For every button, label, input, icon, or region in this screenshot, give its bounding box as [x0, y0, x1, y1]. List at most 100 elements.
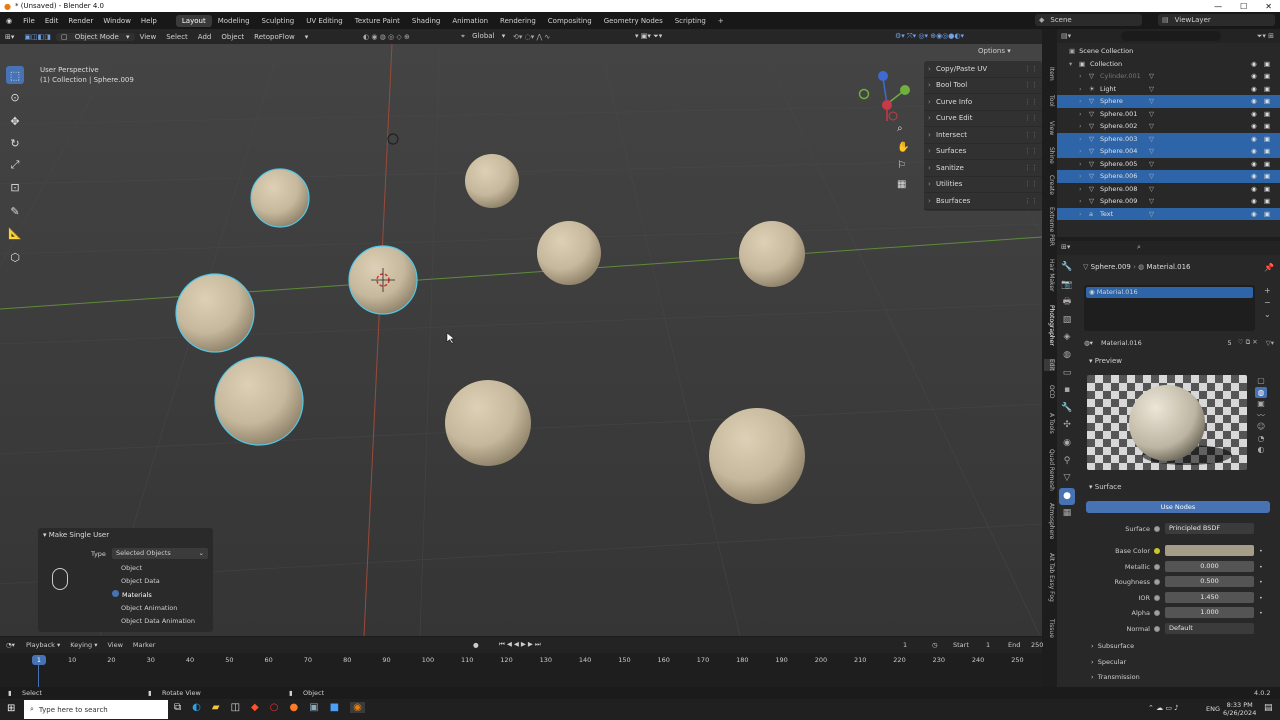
socket-icon[interactable]: [1154, 594, 1160, 601]
material-tab-icon[interactable]: ●: [1059, 487, 1075, 506]
drag-handle-icon[interactable]: ⋮⋮: [1024, 131, 1038, 139]
maximize-button[interactable]: ☐: [1240, 2, 1247, 11]
user-count[interactable]: 5: [1228, 339, 1232, 347]
remove-slot-button[interactable]: −: [1264, 297, 1271, 309]
flat-preview-icon[interactable]: ▢: [1255, 375, 1267, 387]
material-name-field[interactable]: Material.016: [1101, 339, 1142, 347]
socket-icon[interactable]: [1154, 609, 1160, 616]
tab-tool[interactable]: Tool: [1044, 95, 1055, 107]
data-icon[interactable]: ▽: [1149, 197, 1154, 205]
outliner-row[interactable]: › ▽ Sphere.001 ▽ ◉ ▣: [1057, 108, 1280, 121]
drag-handle-icon[interactable]: ⋮⋮: [1024, 147, 1038, 155]
select-box-tool-icon[interactable]: ⬚: [6, 66, 24, 84]
options-dropdown[interactable]: Options ▾: [978, 47, 1011, 55]
windows-start-icon[interactable]: ⊞: [7, 703, 15, 714]
surface-panel-header[interactable]: ▾ Surface: [1089, 483, 1121, 491]
brave-icon[interactable]: ◆: [251, 702, 259, 713]
edge-icon[interactable]: ◐: [192, 702, 201, 713]
blender-menu-icon[interactable]: ◉: [0, 17, 18, 25]
tab-ocd[interactable]: OCD: [1044, 385, 1055, 399]
select-mode-icons[interactable]: ▣◫◧◨: [19, 33, 55, 41]
render-camera-icon[interactable]: ▣: [1264, 135, 1270, 143]
expand-icon[interactable]: ›: [1079, 160, 1082, 168]
socket-icon[interactable]: [1154, 547, 1160, 554]
taskbar-clock[interactable]: 8:33 PM 6/26/2024: [1223, 701, 1256, 717]
visibility-eye-icon[interactable]: ◉: [1251, 210, 1257, 218]
datablock-icons[interactable]: ♡ ⧉ ✕: [1238, 338, 1258, 347]
firefox-icon[interactable]: ●: [289, 702, 298, 713]
render-camera-icon[interactable]: ▣: [1264, 97, 1270, 105]
close-button[interactable]: ✕: [1265, 2, 1272, 11]
tab-item[interactable]: Item: [1044, 67, 1055, 81]
render-camera-icon[interactable]: ▣: [1264, 85, 1270, 93]
editor-type-icon[interactable]: ◔▾: [0, 641, 21, 649]
playhead[interactable]: 1: [32, 655, 46, 665]
tab-hair-maker[interactable]: Hair Maker: [1044, 259, 1055, 292]
drag-handle-icon[interactable]: ⋮⋮: [1024, 164, 1038, 172]
pin-icon[interactable]: 📌: [1264, 263, 1274, 272]
tab-sculpting[interactable]: Sculpting: [256, 15, 301, 27]
playback-controls[interactable]: ⏮◀◀▶▶⏭: [499, 640, 543, 649]
expand-icon[interactable]: ›: [1079, 135, 1082, 143]
notification-icon[interactable]: ▤: [1264, 703, 1273, 713]
add-slot-button[interactable]: +: [1264, 285, 1271, 297]
texture-tab-icon[interactable]: ▦: [1059, 505, 1075, 523]
outliner-row[interactable]: › ▽ Sphere.002 ▽ ◉ ▣: [1057, 120, 1280, 133]
socket-icon[interactable]: [1154, 578, 1160, 585]
menu-view[interactable]: View: [102, 641, 127, 649]
tab-layout[interactable]: Layout: [175, 14, 212, 27]
editor-type-icon[interactable]: ⊞▾: [1061, 243, 1070, 251]
outliner-row[interactable]: › ☀ Light ▽ ◉ ▣: [1057, 83, 1280, 96]
data-icon[interactable]: ▽: [1149, 110, 1154, 118]
scene-tab-icon[interactable]: ◈: [1059, 329, 1075, 347]
tab-view[interactable]: View: [1044, 121, 1055, 135]
keyframe-dot-icon[interactable]: •: [1259, 578, 1263, 586]
socket-icon[interactable]: [1154, 625, 1160, 632]
sphere-object[interactable]: [214, 356, 304, 446]
menu-render[interactable]: Render: [63, 17, 98, 25]
visibility-eye-icon[interactable]: ◉: [1251, 147, 1257, 155]
outliner-root[interactable]: ▣ Scene Collection: [1057, 45, 1280, 58]
file-explorer-icon[interactable]: ▰: [212, 702, 220, 713]
menu-marker[interactable]: Marker: [128, 641, 160, 649]
tool-tab-icon[interactable]: 🔧: [1059, 259, 1075, 277]
expand-icon[interactable]: ›: [1079, 72, 1082, 80]
checkbox[interactable]: [112, 617, 118, 623]
option-object-data[interactable]: Object Data: [112, 577, 160, 585]
checkbox[interactable]: [112, 604, 118, 610]
gizmo-toggle-icons[interactable]: ◐ ◉ ◍ ◎ ◇ ⊕: [358, 33, 415, 41]
outliner-row[interactable]: › ▽ Sphere.008 ▽ ◉ ▣: [1057, 183, 1280, 196]
visibility-eye-icon[interactable]: ◉: [1251, 122, 1257, 130]
move-tool-icon[interactable]: ✥: [6, 112, 24, 130]
view-layer-tab-icon[interactable]: ▧: [1059, 312, 1075, 330]
mode-dropdown[interactable]: ▢ Object Mode ▾: [55, 32, 135, 41]
menu-object[interactable]: Object: [216, 33, 249, 41]
taskbar-search[interactable]: ⌕ Type here to search: [24, 700, 168, 719]
tab-shine[interactable]: Shine: [1044, 147, 1055, 164]
visibility-eye-icon[interactable]: ◉: [1251, 60, 1257, 68]
tab-a-tools[interactable]: A Tools: [1044, 413, 1055, 434]
menu-retopoflow[interactable]: RetopoFlow: [249, 33, 300, 41]
data-icon[interactable]: ▽: [1149, 72, 1154, 80]
drag-handle-icon[interactable]: ⋮⋮: [1024, 114, 1038, 122]
value-slider[interactable]: 0.000: [1165, 561, 1254, 572]
render-camera-icon[interactable]: ▣: [1264, 210, 1270, 218]
value-slider[interactable]: 0.500: [1165, 576, 1254, 587]
redo-panel-header[interactable]: ▾ Make Single User: [43, 531, 109, 539]
tab-photographer[interactable]: Photographer: [1044, 305, 1055, 346]
menu-help[interactable]: Help: [136, 17, 162, 25]
material-slot[interactable]: ◉ Material.016: [1086, 287, 1253, 298]
option-materials[interactable]: Materials: [112, 590, 152, 599]
keyframe-dot-icon[interactable]: •: [1259, 609, 1263, 617]
retopoflow-dropdown-icon[interactable]: ▾: [300, 33, 314, 41]
add-cube-tool-icon[interactable]: ⬡: [6, 248, 24, 266]
visibility-eye-icon[interactable]: ◉: [1251, 172, 1257, 180]
subpanel-transmission[interactable]: › Transmission: [1091, 670, 1140, 686]
filter-icon[interactable]: ▾ ▣▾ ⏷▾: [630, 32, 667, 41]
menu-playback[interactable]: Playback ▾: [21, 641, 65, 649]
add-workspace-button[interactable]: +: [712, 15, 730, 27]
panel-utilities[interactable]: › Utilities ⋮⋮: [924, 177, 1042, 193]
transform-orientation-dropdown[interactable]: ⌖ Global ▾: [456, 32, 510, 41]
menu-file[interactable]: File: [18, 17, 40, 25]
start-field[interactable]: 1: [986, 641, 990, 649]
